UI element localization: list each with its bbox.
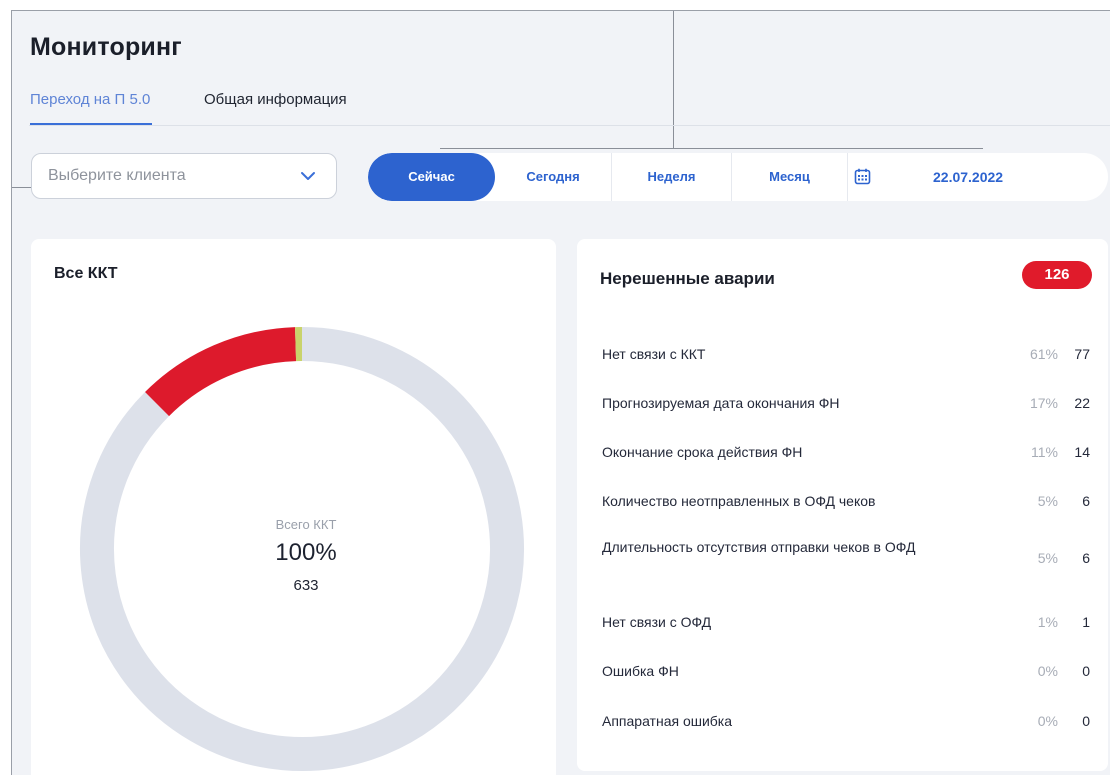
alarm-label: Ошибка ФН: [602, 663, 679, 679]
alarm-count: 1: [1082, 614, 1090, 630]
period-selector: Сейчас Сегодня Неделя Месяц 22.07.2022: [368, 153, 1108, 201]
alarm-percent: 1%: [1037, 614, 1058, 630]
donut-center-total: 633: [293, 577, 319, 594]
alarm-percent: 11%: [1031, 444, 1058, 460]
alarm-percent: 0%: [1037, 713, 1058, 729]
alarm-count: 6: [1082, 550, 1090, 566]
donut-segment: [145, 327, 297, 417]
alarm-percent: 0%: [1037, 663, 1058, 679]
page-title: Мониторинг: [30, 33, 182, 61]
client-select[interactable]: Выберите клиента: [31, 153, 337, 199]
alarm-label: Аппаратная ошибка: [602, 713, 733, 729]
chevron-down-icon: [301, 172, 315, 180]
alarm-percent: 5%: [1037, 493, 1058, 509]
all-kkt-title: Все ККТ: [54, 265, 118, 282]
period-week-button[interactable]: Неделя: [612, 153, 732, 201]
all-kkt-card: Все ККТ Всего ККТ 100% 633: [31, 239, 556, 775]
donut-center-percent: 100%: [275, 539, 337, 566]
calendar-icon[interactable]: [854, 168, 871, 185]
alarms-title: Нерешенные аварии: [600, 269, 775, 288]
alarm-percent: 5%: [1037, 550, 1058, 566]
monitoring-screen: Мониторинг Переход на П 5.0 Общая информ…: [11, 10, 1110, 775]
date-picker-value[interactable]: 22.07.2022: [933, 153, 1003, 201]
alarm-label: Окончание срока действия ФН: [602, 444, 803, 460]
alarm-label: Длительность отсутствия отправки чеков в…: [602, 539, 916, 555]
tab-general-info[interactable]: Общая информация: [204, 91, 347, 108]
alarms-count-badge: 126: [1022, 261, 1092, 289]
client-select-placeholder: Выберите клиента: [48, 167, 186, 184]
alarm-label: Нет связи с ККТ: [602, 346, 706, 362]
period-now-button[interactable]: Сейчас: [368, 153, 495, 201]
alarm-count: 77: [1074, 346, 1090, 362]
period-today-button[interactable]: Сегодня: [495, 153, 612, 201]
alarm-label: Прогнозируемая дата окончания ФН: [602, 395, 840, 411]
alarm-percent: 61%: [1029, 346, 1058, 362]
donut-center-label: Всего ККТ: [275, 517, 337, 532]
annotation-line: [440, 148, 983, 149]
alarm-percent: 17%: [1029, 395, 1058, 411]
tab-migration-p5[interactable]: Переход на П 5.0: [30, 91, 153, 125]
alarm-count: 0: [1082, 663, 1090, 679]
alarm-count: 0: [1082, 713, 1090, 729]
alarms-card: Нерешенные аварии 126 Нет связи с ККТ 61%…: [577, 239, 1108, 771]
period-month-button[interactable]: Месяц: [732, 153, 848, 201]
alarm-count: 22: [1074, 395, 1090, 411]
tab-bar: Переход на П 5.0 Общая информация: [29, 91, 1110, 126]
annotation-line: [673, 11, 674, 149]
alarm-label: Нет связи с ОФД: [602, 614, 712, 630]
alarm-count: 14: [1074, 444, 1090, 460]
alarm-label: Количество неотправленных в ОФД чеков: [602, 493, 876, 509]
alarm-count: 6: [1082, 493, 1090, 509]
